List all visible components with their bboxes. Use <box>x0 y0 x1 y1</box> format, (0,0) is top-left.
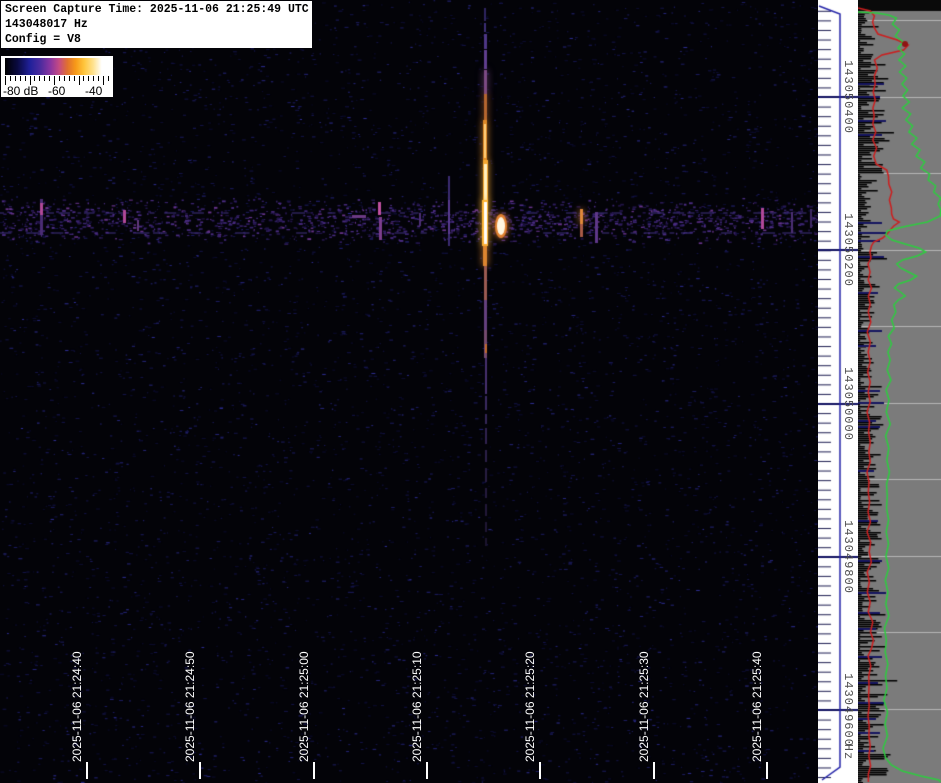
frequency-tick-label: 143049600 <box>841 673 855 747</box>
colorbar-label: -80 dB <box>3 84 38 98</box>
center-frequency-text: 143048017 Hz <box>5 17 308 32</box>
time-tick-label: 2025-11-06 21:25:40 <box>750 651 764 762</box>
colorbar-label: -60 <box>48 84 65 98</box>
time-tick-label: 2025-11-06 21:25:20 <box>523 651 537 762</box>
time-tick-label: 2025-11-06 21:25:00 <box>297 651 311 762</box>
time-tick-mark <box>86 762 88 779</box>
colorbar-tick <box>25 76 26 81</box>
colorbar-tick <box>49 76 50 81</box>
colorbar-legend: -80 dB -60 -40 <box>1 56 113 97</box>
config-text: Config = V8 <box>5 32 308 47</box>
frequency-tick-label: 143049800 <box>841 520 855 594</box>
frequency-tick-label: 143050000 <box>841 367 855 441</box>
time-tick-mark <box>426 762 428 779</box>
colorbar-labels: -80 dB -60 -40 <box>1 84 113 97</box>
colorbar-tick <box>10 76 11 81</box>
colorbar-tick <box>39 76 40 81</box>
colorbar-tick <box>98 76 99 81</box>
colorbar-tick <box>15 76 16 81</box>
screen-capture-root: 143050400 143050200 143050000 143049800 1430… <box>0 0 941 783</box>
colorbar-tick <box>93 76 94 81</box>
colorbar-tick <box>88 76 89 81</box>
colorbar-tick <box>74 76 75 81</box>
frequency-axis: 143050400 143050200 143050000 143049800 1430… <box>818 0 858 783</box>
time-tick-mark <box>539 762 541 779</box>
capture-info-box: Screen Capture Time: 2025-11-06 21:25:49… <box>1 1 312 48</box>
colorbar-tick <box>69 76 70 81</box>
colorbar-tick <box>59 76 60 81</box>
time-tick-mark <box>313 762 315 779</box>
time-tick-label: 2025-11-06 21:25:30 <box>637 651 651 762</box>
colorbar-gradient <box>5 58 109 75</box>
colorbar-tick <box>108 76 109 81</box>
frequency-tick-label: Hz <box>841 744 855 760</box>
time-tick-mark <box>199 762 201 779</box>
time-tick-label: 2025-11-06 21:25:10 <box>410 651 424 762</box>
spectrum-side-panel <box>858 0 941 783</box>
frequency-tick-label: 143050200 <box>841 213 855 287</box>
spectrogram-waterfall <box>0 0 818 783</box>
capture-time-text: Screen Capture Time: 2025-11-06 21:25:49… <box>5 2 308 17</box>
colorbar-tick <box>64 76 65 81</box>
time-tick-label: 2025-11-06 21:24:40 <box>70 651 84 762</box>
time-tick-mark <box>766 762 768 779</box>
colorbar-tick <box>44 76 45 81</box>
colorbar-tick <box>20 76 21 81</box>
colorbar-label: -40 <box>85 84 102 98</box>
frequency-tick-label: 143050400 <box>841 60 855 134</box>
colorbar-tick <box>34 76 35 81</box>
time-tick-label: 2025-11-06 21:24:50 <box>183 651 197 762</box>
time-tick-mark <box>653 762 655 779</box>
colorbar-tick <box>83 76 84 81</box>
